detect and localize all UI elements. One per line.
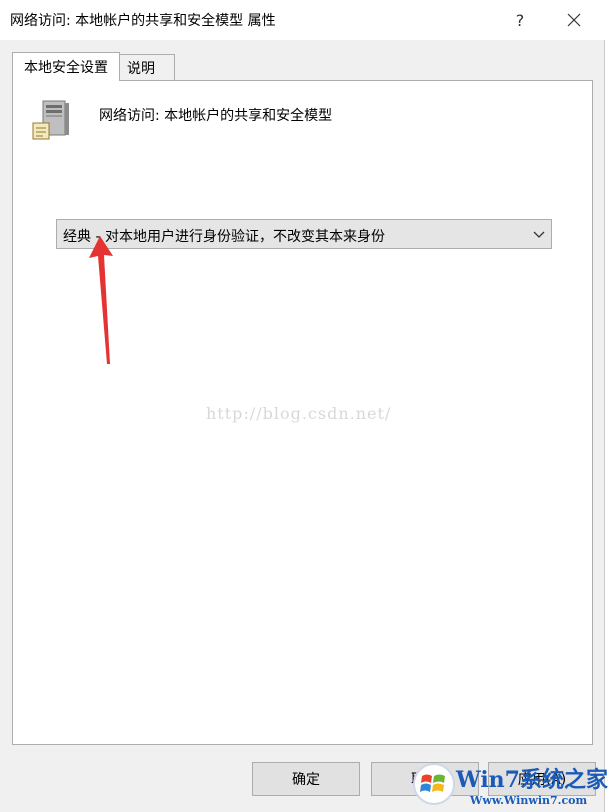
tab-local-security-setting[interactable]: 本地安全设置 [12, 52, 120, 81]
tab-panel: 网络访问: 本地帐户的共享和安全模型 经典 - 对本地用户进行身份验证，不改变其… [12, 80, 593, 745]
ok-button[interactable]: 确定 [252, 762, 360, 796]
policy-name: 网络访问: 本地帐户的共享和安全模型 [99, 108, 333, 124]
chevron-down-icon [533, 231, 545, 238]
windows-logo-icon [413, 763, 455, 805]
properties-dialog: 网络访问: 本地帐户的共享和安全模型 属性 ? 本地安全设置 说明 网络访问: … [0, 0, 605, 812]
tab-explain[interactable]: 说明 [119, 54, 175, 80]
watermark-text: http://blog.csdn.net/ [206, 404, 392, 423]
window-title: 网络访问: 本地帐户的共享和安全模型 属性 [10, 13, 276, 29]
close-icon [567, 13, 581, 27]
site-logo: Win7系统之家 Www.Winwin7.com [412, 758, 608, 812]
logo-url: Www.Winwin7.com [470, 794, 588, 807]
help-button[interactable]: ? [502, 6, 538, 34]
close-button[interactable] [556, 6, 592, 34]
security-model-select[interactable]: 经典 - 对本地用户进行身份验证，不改变其本来身份 [56, 219, 552, 249]
logo-title: Win7系统之家 [456, 767, 608, 793]
title-bar: 网络访问: 本地帐户的共享和安全模型 属性 ? [0, 0, 605, 40]
annotation-arrow [89, 236, 113, 364]
server-icon [32, 100, 69, 140]
